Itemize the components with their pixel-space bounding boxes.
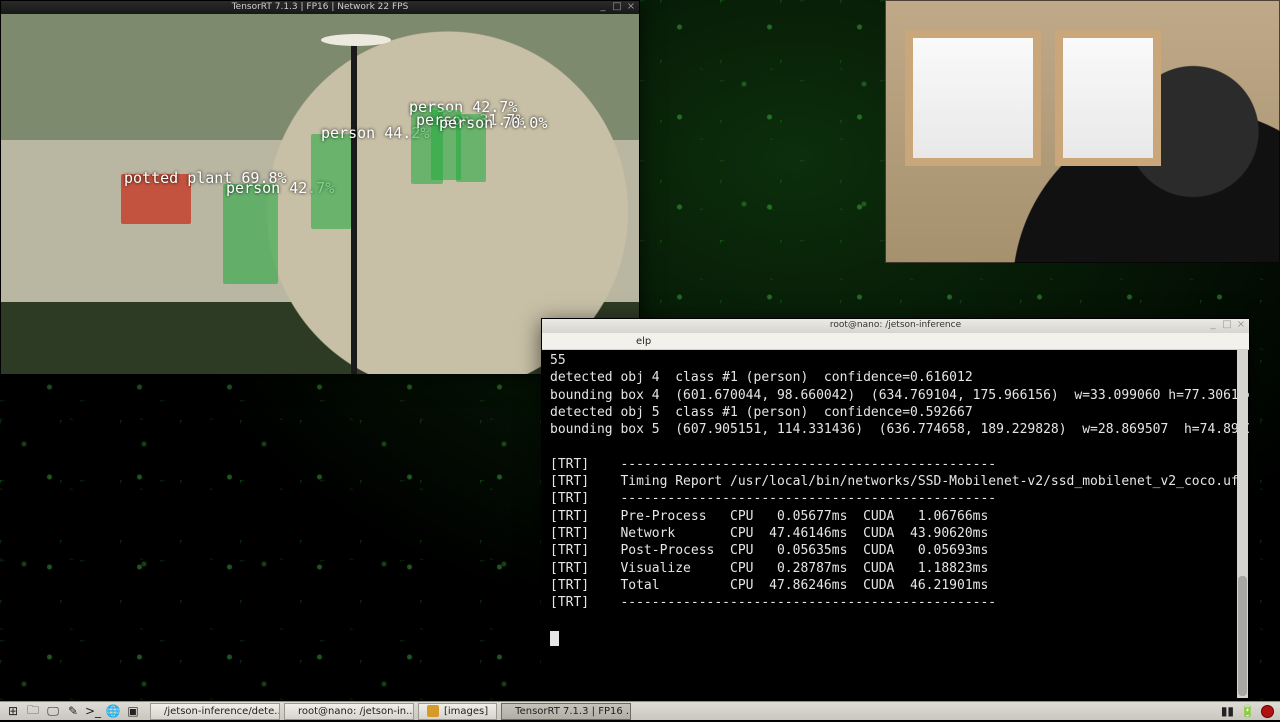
network-signal-icon[interactable]: ▮▮	[1221, 704, 1234, 718]
terminal-cursor	[550, 631, 559, 646]
taskbar-launchers: ⊞ 🗀 🖵 ✎ >_ 🌐 ▣	[0, 702, 148, 720]
terminal-output[interactable]: 55 detected obj 4 class #1 (person) conf…	[542, 350, 1249, 699]
taskbar-task[interactable]: /jetson-inference/dete...	[150, 703, 280, 720]
power-icon[interactable]	[1261, 705, 1274, 718]
taskbar-task[interactable]: root@nano: /jetson-in...	[284, 703, 414, 720]
terminal-window[interactable]: root@nano: /jetson-inference _ □ × elp 5…	[541, 318, 1250, 700]
close-icon[interactable]: ×	[626, 2, 636, 12]
web-browser-icon[interactable]: 🌐	[104, 703, 122, 719]
applications-menu-icon[interactable]: ⊞	[4, 703, 22, 719]
terminal-window-title: root@nano: /jetson-inference	[830, 320, 961, 330]
detection-bbox-person	[311, 134, 351, 229]
system-tray: ▮▮ 🔋	[1221, 702, 1280, 720]
task-label: root@nano: /jetson-in...	[298, 706, 414, 717]
task-label: [images]	[444, 706, 488, 717]
battery-icon[interactable]: 🔋	[1240, 704, 1255, 718]
terminal-menu-bar[interactable]: elp	[542, 333, 1249, 350]
terminal-scrollbar[interactable]	[1237, 350, 1248, 698]
taskbar-task[interactable]: [images]	[418, 703, 497, 720]
presenter-webcam	[885, 0, 1280, 263]
close-icon[interactable]: ×	[1236, 320, 1246, 330]
minimize-icon[interactable]: _	[1208, 320, 1218, 330]
detection-window-titlebar[interactable]: TensorRT 7.1.3 | FP16 | Network 22 FPS _…	[1, 1, 639, 14]
show-desktop-icon[interactable]: ▣	[124, 703, 142, 719]
detection-bbox-person	[223, 184, 278, 284]
monitor-icon[interactable]: 🖵	[44, 703, 62, 719]
terminal-window-titlebar[interactable]: root@nano: /jetson-inference _ □ ×	[542, 319, 1249, 333]
maximize-icon[interactable]: □	[612, 2, 622, 12]
terminal-launcher-icon[interactable]: >_	[84, 703, 102, 719]
detection-label: person 70.0%	[439, 114, 547, 132]
taskbar[interactable]: ⊞ 🗀 🖵 ✎ >_ 🌐 ▣ /jetson-inference/dete...…	[0, 701, 1280, 720]
file-manager-icon[interactable]: 🗀	[24, 703, 42, 719]
minimize-icon[interactable]: _	[598, 2, 608, 12]
task-label: /jetson-inference/dete...	[164, 706, 280, 717]
task-app-icon	[427, 705, 439, 717]
terminal-menu-help[interactable]: elp	[636, 336, 651, 347]
task-label: TensorRT 7.1.3 | FP16 ...	[515, 706, 631, 717]
maximize-icon[interactable]: □	[1222, 320, 1232, 330]
detection-window-title: TensorRT 7.1.3 | FP16 | Network 22 FPS	[232, 2, 409, 12]
text-editor-icon[interactable]: ✎	[64, 703, 82, 719]
taskbar-task[interactable]: TensorRT 7.1.3 | FP16 ...	[501, 703, 631, 720]
terminal-scrollbar-thumb[interactable]	[1238, 576, 1247, 696]
